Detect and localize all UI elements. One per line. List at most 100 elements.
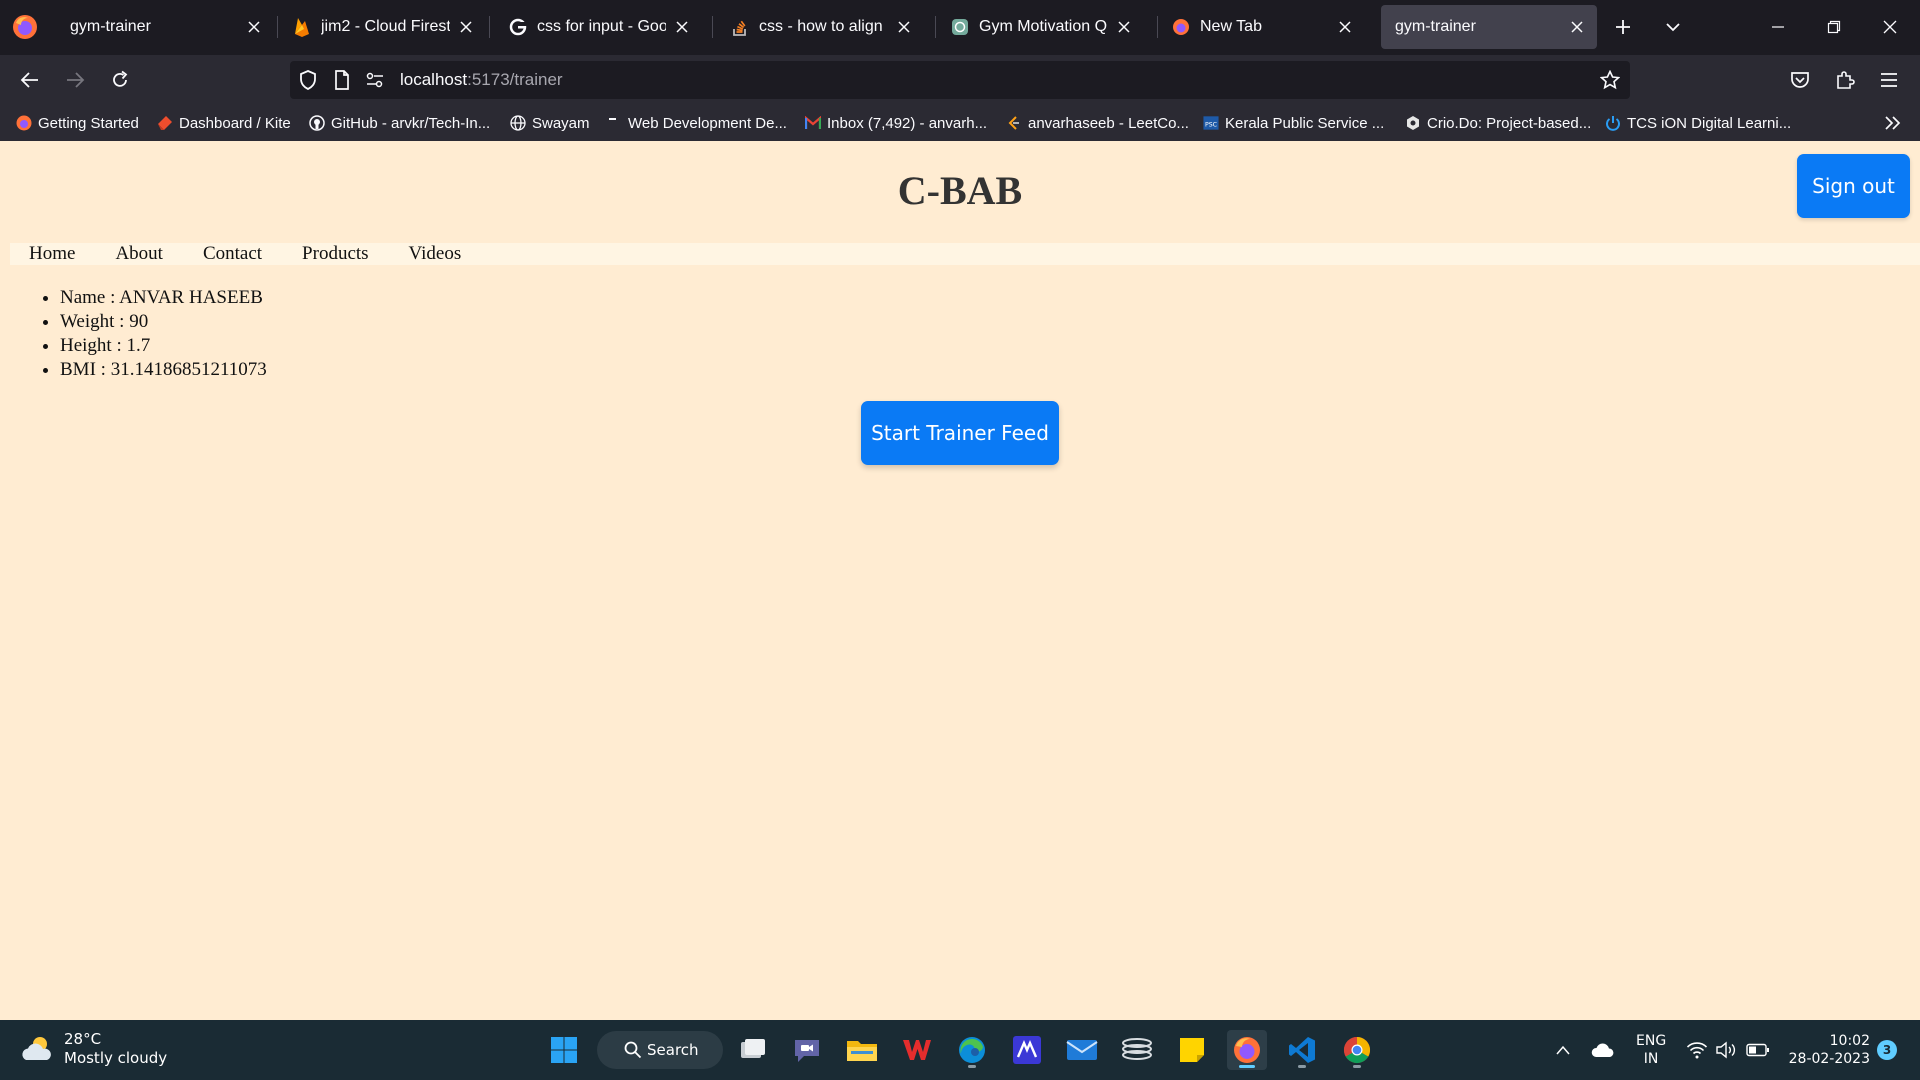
tab-gym-trainer-1[interactable]: gym-trainer xyxy=(56,5,274,49)
new-tab-button[interactable] xyxy=(1609,13,1637,41)
list-tabs-button[interactable] xyxy=(1659,13,1687,41)
nav-link-contact[interactable]: Contact xyxy=(203,243,262,265)
site-navigation: Home About Contact Products Videos xyxy=(10,243,1920,265)
close-icon[interactable] xyxy=(1116,19,1132,35)
task-view-button[interactable] xyxy=(733,1030,773,1070)
bookmark-tcs-ion[interactable]: TCS iON Digital Learni... xyxy=(1605,113,1791,133)
volume-button[interactable] xyxy=(1715,1038,1739,1062)
close-icon[interactable] xyxy=(1337,19,1353,35)
permissions-icon[interactable] xyxy=(365,70,385,90)
bookmark-leetcode[interactable]: anvarhaseeb - LeetCo... xyxy=(1006,113,1189,133)
restore-button[interactable] xyxy=(1811,10,1857,44)
onedrive-button[interactable] xyxy=(1591,1038,1615,1062)
firefox-menu-icon[interactable] xyxy=(12,14,38,40)
clock-time: 10:02 xyxy=(1829,1033,1870,1049)
tab-firestore[interactable]: jim2 - Cloud Firestore xyxy=(278,5,486,49)
close-icon[interactable] xyxy=(246,19,262,35)
app-menu-button[interactable] xyxy=(1873,64,1905,96)
tab-stackoverflow[interactable]: css - how to align Butto xyxy=(716,5,924,49)
chevron-down-icon xyxy=(1666,23,1680,32)
nav-link-about[interactable]: About xyxy=(115,243,163,265)
edge-browser-button[interactable] xyxy=(952,1030,992,1070)
chat-icon xyxy=(795,1040,819,1062)
globe-icon xyxy=(510,115,526,131)
url-text[interactable]: localhost:5173/trainer xyxy=(400,70,563,90)
running-indicator xyxy=(1298,1065,1306,1068)
forward-button[interactable] xyxy=(59,64,91,96)
weather-widget[interactable]: 28°C Mostly cloudy xyxy=(20,1030,167,1068)
teams-chat-button[interactable] xyxy=(787,1030,827,1070)
search-icon xyxy=(624,1041,642,1059)
sign-out-button[interactable]: Sign out xyxy=(1797,154,1910,218)
hamburger-menu-icon xyxy=(1881,73,1897,87)
bookmark-github[interactable]: GitHub - arvkr/Tech-In... xyxy=(309,113,490,133)
bookmark-getting-started[interactable]: Getting Started xyxy=(16,113,139,133)
tab-new-tab[interactable]: New Tab xyxy=(1157,5,1365,49)
bookmark-star-icon[interactable] xyxy=(1600,70,1620,90)
bookmark-label: TCS iON Digital Learni... xyxy=(1627,114,1792,132)
nav-link-home[interactable]: Home xyxy=(29,243,75,265)
bookmark-kite[interactable]: Dashboard / Kite xyxy=(157,113,291,133)
speaker-icon xyxy=(1716,1041,1736,1059)
close-icon[interactable] xyxy=(896,19,912,35)
wifi-icon xyxy=(1686,1042,1708,1059)
wps-office-button[interactable] xyxy=(897,1030,937,1070)
tab-gym-quotes[interactable]: Gym Motivation Quotes xyxy=(936,5,1144,49)
firefox-taskbar-button[interactable] xyxy=(1227,1030,1267,1070)
coil-app-icon xyxy=(1122,1038,1152,1060)
extensions-button[interactable] xyxy=(1829,64,1861,96)
bookmark-swayam[interactable]: Swayam xyxy=(510,113,590,133)
file-explorer-button[interactable] xyxy=(842,1030,882,1070)
list-item-name: Name : ANVAR HASEEB xyxy=(60,286,267,310)
minimize-button[interactable] xyxy=(1755,10,1801,44)
address-bar[interactable]: localhost:5173/trainer xyxy=(290,61,1630,99)
system-clock[interactable]: 10:02 28-02-2023 xyxy=(1786,1032,1870,1068)
vscode-button[interactable] xyxy=(1282,1030,1322,1070)
close-icon[interactable] xyxy=(1569,19,1585,35)
start-trainer-feed-button[interactable]: Start Trainer Feed xyxy=(861,401,1059,465)
bookmark-crio[interactable]: Crio.Do: Project-based... xyxy=(1405,113,1591,133)
close-window-button[interactable] xyxy=(1867,10,1913,44)
bookmark-kpsc[interactable]: PSC Kerala Public Service ... xyxy=(1203,113,1384,133)
sticky-notes-button[interactable] xyxy=(1172,1030,1212,1070)
info-label: Name xyxy=(60,287,106,308)
app-button-m[interactable] xyxy=(1007,1030,1047,1070)
restore-icon xyxy=(1827,20,1841,34)
bookmark-label: Getting Started xyxy=(38,114,139,132)
tab-google-search[interactable]: css for input - Google S xyxy=(494,5,702,49)
close-icon[interactable] xyxy=(674,19,690,35)
app-button-coil[interactable] xyxy=(1117,1030,1157,1070)
close-icon[interactable] xyxy=(458,19,474,35)
pocket-button[interactable] xyxy=(1784,64,1816,96)
back-button[interactable] xyxy=(14,64,46,96)
windows-taskbar: 28°C Mostly cloudy Search ENG IN 10:02 2… xyxy=(0,1020,1920,1080)
stackoverflow-icon xyxy=(730,17,750,37)
tab-title: New Tab xyxy=(1200,18,1262,35)
nav-link-videos[interactable]: Videos xyxy=(409,243,462,265)
chevron-up-icon xyxy=(1556,1045,1570,1055)
gmail-icon xyxy=(805,115,821,131)
clock-date: 28-02-2023 xyxy=(1788,1051,1870,1067)
shield-icon[interactable] xyxy=(298,70,318,90)
battery-button[interactable] xyxy=(1746,1038,1770,1062)
start-button[interactable] xyxy=(544,1030,584,1070)
firefox-icon xyxy=(16,115,32,131)
reload-button[interactable] xyxy=(104,64,136,96)
network-button[interactable] xyxy=(1685,1038,1709,1062)
tab-separator xyxy=(712,16,713,38)
tab-gym-trainer-active[interactable]: gym-trainer xyxy=(1381,5,1597,49)
chrome-button[interactable] xyxy=(1337,1030,1377,1070)
pocket-icon xyxy=(1791,72,1809,88)
profile-info-list: Name : ANVAR HASEEB Weight : 90 Height :… xyxy=(60,286,267,382)
bookmarks-overflow-button[interactable] xyxy=(1884,113,1902,133)
nav-link-products[interactable]: Products xyxy=(302,243,369,265)
bookmark-web-dev[interactable]: Web Development De... xyxy=(606,113,787,133)
input-language-indicator[interactable]: ENG IN xyxy=(1636,1032,1666,1068)
bookmarks-toolbar: Getting Started Dashboard / Kite GitHub … xyxy=(0,105,1920,141)
mail-button[interactable] xyxy=(1062,1030,1102,1070)
show-hidden-icons-button[interactable] xyxy=(1551,1038,1575,1062)
bookmark-gmail[interactable]: Inbox (7,492) - anvarh... xyxy=(805,113,987,133)
page-icon[interactable] xyxy=(332,70,352,90)
taskbar-search[interactable]: Search xyxy=(597,1031,723,1069)
notification-badge[interactable]: 3 xyxy=(1877,1040,1897,1060)
